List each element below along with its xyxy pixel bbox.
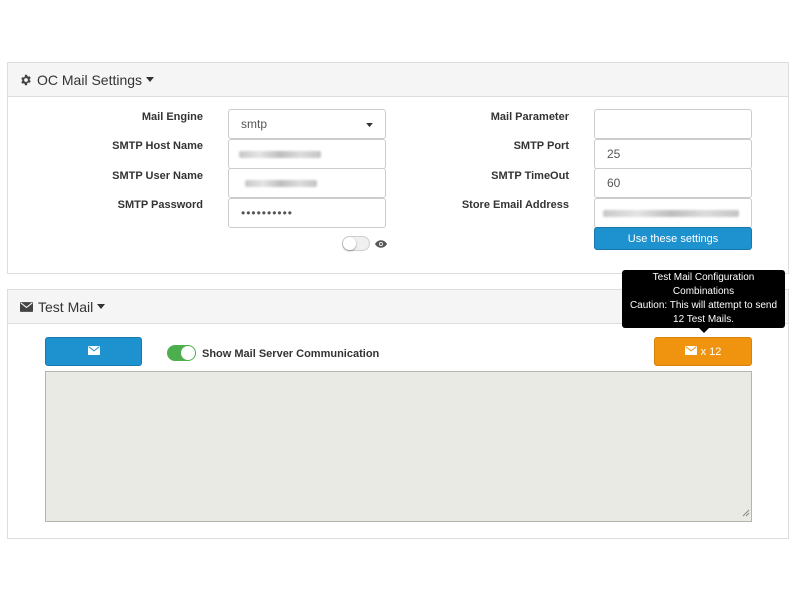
- chevron-down-icon: [366, 117, 373, 131]
- smtp-host-label: SMTP Host Name: [112, 140, 203, 152]
- use-settings-button[interactable]: Use these settings: [594, 227, 752, 250]
- envelope-icon: [20, 301, 33, 312]
- smtp-user-label: SMTP User Name: [112, 170, 203, 182]
- smtp-host-input[interactable]: [228, 139, 386, 169]
- smtp-port-input[interactable]: 25: [594, 139, 752, 169]
- mail-parameter-label: Mail Parameter: [490, 111, 569, 123]
- mail-engine-select[interactable]: smtp: [228, 109, 386, 139]
- tooltip-line-2: Combinations: [672, 286, 735, 297]
- envelope-icon: [87, 345, 100, 358]
- eye-icon[interactable]: [375, 238, 387, 252]
- toggle-knob: [181, 346, 195, 360]
- send-multiple-test-mails-button[interactable]: x 12: [654, 337, 752, 366]
- gear-icon: [20, 74, 32, 86]
- tooltip-line-3: Caution: This will attempt to send: [629, 300, 778, 311]
- smtp-timeout-label: SMTP TimeOut: [491, 170, 569, 182]
- smtp-user-input[interactable]: [228, 168, 386, 198]
- mail-settings-title: OC Mail Settings: [37, 71, 143, 88]
- tooltip-line-1: Test Mail Configuration: [652, 272, 755, 283]
- mail-engine-value: smtp: [241, 117, 268, 131]
- caret-down-icon: [146, 76, 155, 83]
- smtp-timeout-value: 60: [607, 176, 621, 190]
- show-communication-label: Show Mail Server Communication: [202, 348, 380, 360]
- mail-engine-label: Mail Engine: [141, 111, 203, 123]
- tooltip-arrow: [699, 328, 709, 333]
- store-email-label: Store Email Address: [461, 199, 569, 211]
- smtp-password-input[interactable]: ••••••••••: [228, 198, 386, 228]
- mail-parameter-input[interactable]: [594, 109, 752, 139]
- smtp-port-value: 25: [607, 147, 621, 161]
- multi-mail-tooltip: Test Mail Configuration Combinations Cau…: [622, 270, 785, 333]
- show-communication-toggle[interactable]: [167, 345, 196, 361]
- smtp-user-redacted: [245, 179, 317, 187]
- store-email-redacted: [603, 209, 739, 217]
- send-test-mail-button[interactable]: [45, 337, 142, 366]
- envelope-icon: [684, 345, 697, 358]
- multi-button-count: x 12: [700, 345, 722, 358]
- store-email-input[interactable]: [594, 198, 752, 228]
- smtp-port-label: SMTP Port: [513, 140, 569, 152]
- smtp-host-redacted: [239, 150, 321, 158]
- resize-grip-icon[interactable]: [742, 506, 750, 520]
- test-mail-title: Test Mail: [38, 298, 94, 315]
- mail-server-communication-log[interactable]: [45, 371, 752, 522]
- caret-down-icon: [97, 303, 106, 310]
- mail-settings-heading[interactable]: OC Mail Settings: [8, 63, 788, 97]
- smtp-password-value: ••••••••••: [241, 206, 294, 220]
- show-password-toggle[interactable]: [342, 236, 370, 251]
- smtp-timeout-input[interactable]: 60: [594, 168, 752, 198]
- toggle-knob: [343, 237, 356, 250]
- smtp-password-label: SMTP Password: [117, 199, 203, 211]
- tooltip-line-4: 12 Test Mails.: [673, 314, 734, 325]
